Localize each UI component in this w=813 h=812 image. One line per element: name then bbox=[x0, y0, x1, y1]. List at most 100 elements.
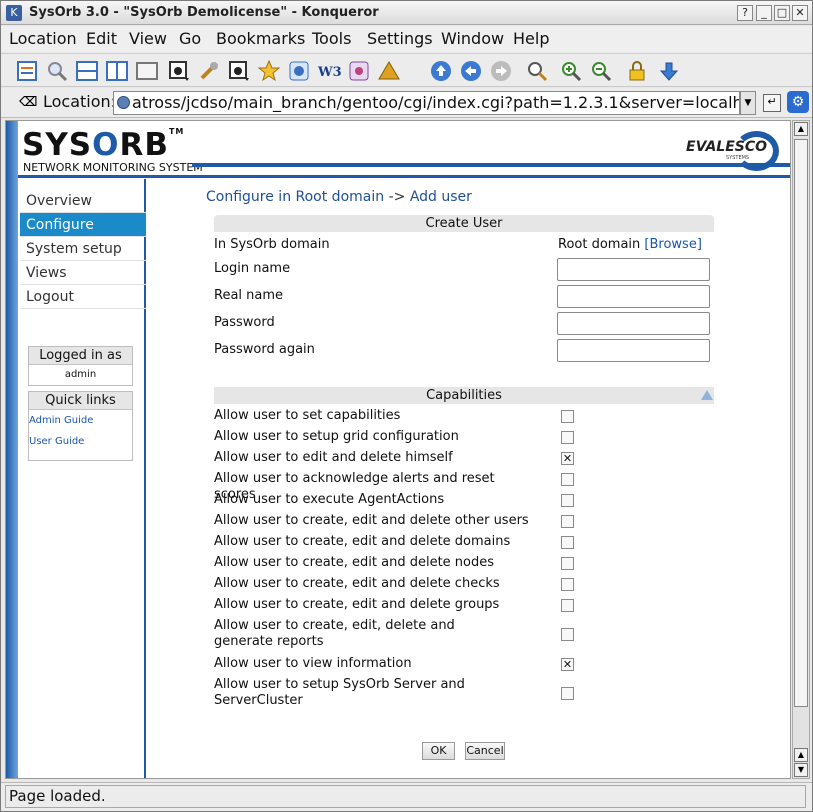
capability-checkbox[interactable] bbox=[561, 410, 574, 423]
download-icon[interactable] bbox=[657, 59, 681, 83]
capability-checkbox[interactable] bbox=[561, 515, 574, 528]
quick-links-heading: Quick links bbox=[29, 392, 132, 410]
scroll-up-icon[interactable]: ▲ bbox=[794, 122, 808, 136]
maximize-button[interactable]: □ bbox=[774, 5, 790, 21]
find-icon[interactable] bbox=[525, 59, 549, 83]
menu-edit[interactable]: Edit bbox=[86, 29, 117, 48]
capability-checkbox[interactable] bbox=[561, 578, 574, 591]
sysorb-logo: SYSORBTM bbox=[22, 127, 185, 163]
tree-view-icon[interactable] bbox=[15, 59, 39, 83]
window-title: SysOrb 3.0 - "SysOrb Demolicense" - Konq… bbox=[29, 5, 379, 20]
menu-settings[interactable]: Settings bbox=[367, 29, 433, 48]
capability-checkbox[interactable] bbox=[561, 536, 574, 549]
breadcrumb-add-user[interactable]: Add user bbox=[410, 189, 472, 205]
w3-validate-icon[interactable]: W3 bbox=[317, 59, 342, 83]
capability-label: Allow user to view information bbox=[214, 656, 412, 671]
menu-go[interactable]: Go bbox=[179, 29, 201, 48]
html-icon[interactable] bbox=[287, 59, 311, 83]
zoom-out-icon[interactable] bbox=[589, 59, 613, 83]
split-horizontal-icon[interactable] bbox=[75, 59, 99, 83]
location-label: Location: bbox=[43, 92, 117, 111]
login-name-label: Login name bbox=[214, 261, 291, 276]
breadcrumb: Configure in Root domain -> Add user bbox=[206, 189, 472, 205]
network-icon[interactable] bbox=[347, 59, 371, 83]
nav-overview[interactable]: Overview bbox=[20, 189, 146, 213]
page-content: SYSORBTM NETWORK MONITORING SYSTEM EVALE… bbox=[5, 120, 791, 779]
back-arrow-icon[interactable] bbox=[459, 59, 483, 83]
logged-in-heading: Logged in as bbox=[29, 347, 132, 365]
scroll-up-lower-icon[interactable]: ▲ bbox=[794, 748, 808, 762]
logged-in-user: admin bbox=[64, 369, 97, 380]
blank-window-icon[interactable] bbox=[135, 59, 159, 83]
capability-checkbox[interactable] bbox=[561, 628, 574, 641]
admin-guide-link[interactable]: Admin Guide bbox=[29, 410, 132, 431]
konqueror-icon[interactable]: K bbox=[6, 5, 22, 21]
up-arrow-icon[interactable] bbox=[429, 59, 453, 83]
password-label: Password bbox=[214, 315, 275, 330]
url-text: atross/jcdso/main_branch/gentoo/cgi/inde… bbox=[132, 93, 739, 112]
breadcrumb-configure[interactable]: Configure in Root domain bbox=[206, 189, 384, 205]
go-button[interactable]: ↵ bbox=[763, 94, 781, 112]
menu-location[interactable]: Location bbox=[9, 29, 77, 48]
menu-bar: Location Edit View Go Bookmarks Tools Se… bbox=[1, 26, 812, 52]
menu-tools[interactable]: Tools bbox=[312, 29, 351, 48]
capability-label: Allow user to create, edit and delete ot… bbox=[214, 513, 529, 528]
password-again-label: Password again bbox=[214, 342, 315, 357]
nav-logout[interactable]: Logout bbox=[20, 285, 146, 309]
minimize-button[interactable]: _ bbox=[756, 5, 772, 21]
url-input[interactable]: atross/jcdso/main_branch/gentoo/cgi/inde… bbox=[113, 91, 740, 115]
menu-view[interactable]: View bbox=[129, 29, 167, 48]
location-bar: ⌫ Location: atross/jcdso/main_branch/gen… bbox=[1, 88, 812, 118]
title-bar: K SysOrb 3.0 - "SysOrb Demolicense" - Ko… bbox=[1, 1, 812, 25]
capability-checkbox[interactable] bbox=[561, 599, 574, 612]
scroll-down-icon[interactable]: ▼ bbox=[794, 763, 808, 777]
clear-location-icon[interactable]: ⌫ bbox=[19, 95, 37, 110]
collapse-triangle-icon[interactable] bbox=[701, 390, 713, 400]
ok-button[interactable]: OK bbox=[422, 742, 455, 760]
real-name-label: Real name bbox=[214, 288, 284, 303]
menu-help[interactable]: Help bbox=[513, 29, 549, 48]
wrench-icon[interactable] bbox=[197, 59, 221, 83]
cancel-button[interactable]: Cancel bbox=[465, 742, 505, 760]
status-text: Page loaded. bbox=[5, 785, 806, 808]
split-vertical-icon[interactable] bbox=[105, 59, 129, 83]
login-name-input[interactable] bbox=[557, 258, 710, 281]
menu-bookmarks[interactable]: Bookmarks bbox=[216, 29, 305, 48]
terminal-icon[interactable] bbox=[227, 59, 251, 83]
alert-icon[interactable] bbox=[377, 59, 401, 83]
capability-checkbox[interactable] bbox=[561, 557, 574, 570]
close-button[interactable]: ✕ bbox=[792, 5, 808, 21]
sidebar-nav: Overview Configure System setup Views Lo… bbox=[20, 189, 146, 309]
capability-checkbox[interactable] bbox=[561, 494, 574, 507]
gear-icon[interactable]: ⚙ bbox=[787, 91, 809, 113]
forward-arrow-icon[interactable] bbox=[489, 59, 513, 83]
vertical-scrollbar[interactable]: ▲ ▲ ▼ bbox=[792, 120, 810, 779]
capability-checkbox[interactable] bbox=[561, 687, 574, 700]
menu-window[interactable]: Window bbox=[441, 29, 504, 48]
magnifier-icon[interactable] bbox=[45, 59, 69, 83]
capability-label: Allow user to create, edit, delete and g… bbox=[214, 618, 455, 649]
domain-label: In SysOrb domain bbox=[214, 237, 330, 252]
capability-checkbox[interactable] bbox=[561, 431, 574, 444]
browse-link[interactable]: [Browse] bbox=[644, 237, 701, 252]
password-input[interactable] bbox=[557, 312, 710, 335]
star-icon[interactable] bbox=[257, 59, 281, 83]
capability-checkbox[interactable] bbox=[561, 473, 574, 486]
capability-checkbox[interactable]: ✕ bbox=[561, 452, 574, 465]
nav-system-setup[interactable]: System setup bbox=[20, 237, 146, 261]
url-history-dropdown[interactable]: ▼ bbox=[740, 91, 756, 115]
user-guide-link[interactable]: User Guide bbox=[29, 431, 132, 452]
password-again-input[interactable] bbox=[557, 339, 710, 362]
capability-checkbox[interactable]: ✕ bbox=[561, 658, 574, 671]
stop-icon[interactable] bbox=[167, 59, 191, 83]
lock-icon[interactable] bbox=[625, 59, 649, 83]
zoom-in-icon[interactable] bbox=[559, 59, 583, 83]
nav-views[interactable]: Views bbox=[20, 261, 146, 285]
domain-value: Root domain [Browse] bbox=[558, 237, 702, 252]
help-button[interactable]: ? bbox=[737, 5, 753, 21]
evalesco-logo: EVALESCO SYSTEMS bbox=[686, 131, 781, 171]
capability-label: Allow user to setup grid configuration bbox=[214, 429, 459, 444]
real-name-input[interactable] bbox=[557, 285, 710, 308]
scroll-thumb[interactable] bbox=[794, 139, 808, 707]
nav-configure[interactable]: Configure bbox=[20, 213, 146, 237]
